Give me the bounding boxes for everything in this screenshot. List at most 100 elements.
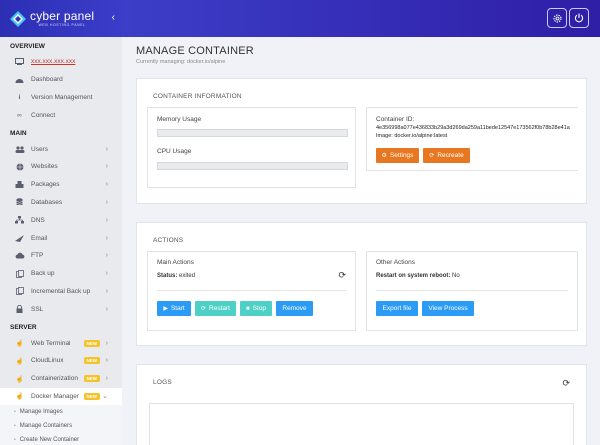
- sidebar-item-version-management[interactable]: i Version Management: [0, 89, 122, 107]
- chevron-right-icon: ›: [105, 375, 108, 383]
- sidebar-subitem-manage-images[interactable]: Manage Images: [0, 405, 122, 420]
- monitor-icon: [14, 58, 25, 66]
- restart-button[interactable]: ⟳ Restart: [195, 301, 236, 316]
- cpu-usage-label: CPU Usage: [157, 148, 192, 155]
- power-icon: [574, 13, 584, 23]
- users-icon: [14, 145, 25, 153]
- view-process-button[interactable]: View Process: [422, 301, 474, 316]
- other-actions-panel: Other Actions Restart on system reboot: …: [366, 251, 578, 331]
- section-overview: OVERVIEW: [10, 43, 45, 50]
- remove-button[interactable]: Remove: [276, 301, 313, 316]
- sidebar-item-ssl[interactable]: SSL ›: [0, 300, 122, 318]
- main-actions-panel: Main Actions Status: exited ⟳ ▶ Start ⟳ Re…: [147, 251, 356, 331]
- sidebar-item-label: Docker Manager: [31, 392, 80, 400]
- incremental-backup-icon: [14, 287, 25, 296]
- refresh-icon: ⟳: [429, 153, 435, 159]
- other-actions-title: Other Actions: [376, 259, 416, 266]
- sidebar-item-packages[interactable]: Packages ›: [0, 176, 122, 194]
- divider: [376, 290, 568, 291]
- gear-icon: ⚙: [381, 153, 387, 159]
- stop-button[interactable]: ■ Stop: [240, 301, 272, 316]
- card-title: LOGS: [153, 379, 172, 386]
- sidebar-item-label: DNS: [31, 216, 45, 224]
- sidebar-item-ip[interactable]: xxx.xxx.xxx.xxx: [0, 53, 122, 71]
- backup-icon: [14, 269, 25, 278]
- recreate-button[interactable]: ⟳ Recreate: [423, 148, 470, 163]
- usage-panel: Memory Usage CPU Usage: [147, 107, 356, 188]
- cyberpanel-logo-icon: [10, 10, 26, 27]
- chevron-right-icon: ›: [105, 181, 108, 189]
- container-details-panel: Container ID: 4e356998a077e436833b29a3d2…: [366, 107, 578, 171]
- sidebar-item-databases[interactable]: Databases ›: [0, 194, 122, 212]
- sidebar-subitem-create-container[interactable]: Create New Container: [0, 433, 122, 445]
- logout-button[interactable]: [569, 8, 589, 28]
- refresh-status-icon[interactable]: ⟳: [338, 270, 346, 281]
- chevron-down-icon: ⌄: [102, 393, 108, 401]
- export-file-button[interactable]: Export file: [376, 301, 418, 316]
- chevron-right-icon: ›: [105, 357, 108, 365]
- sidebar-item-label: FTP: [31, 252, 44, 260]
- status-row: Status: exited: [157, 273, 195, 279]
- restart-policy-row: Restart on system reboot: No: [376, 273, 460, 279]
- card-title: CONTAINER INFORMATION: [153, 93, 242, 100]
- pointer-icon: ☝: [15, 340, 24, 348]
- memory-usage-bar: [157, 129, 348, 137]
- sidebar-item-label: CloudLinux: [31, 357, 64, 365]
- sidebar-subitem-manage-containers[interactable]: Manage Containers: [0, 419, 122, 434]
- sidebar-item-label: Users: [31, 145, 48, 153]
- start-button[interactable]: ▶ Start: [157, 301, 191, 316]
- chevron-right-icon: ›: [105, 163, 108, 171]
- new-badge: NEW: [83, 357, 100, 365]
- container-information-card: CONTAINER INFORMATION Memory Usage CPU U…: [136, 78, 587, 204]
- sidebar-item-incremental-backup[interactable]: Incremental Back up ›: [0, 283, 122, 301]
- sidebar-item-label: Databases: [31, 198, 63, 206]
- logs-output[interactable]: [149, 403, 574, 445]
- sidebar-item-websites[interactable]: Websites ›: [0, 158, 122, 176]
- link-icon: ∞: [17, 111, 22, 119]
- sidebar-item-label: Back up: [31, 270, 55, 278]
- settings-button[interactable]: [547, 8, 567, 28]
- collapse-sidebar-icon[interactable]: ‹: [112, 12, 115, 23]
- sidebar-item-email[interactable]: Email ›: [0, 229, 122, 247]
- section-main: MAIN: [10, 130, 27, 138]
- refresh-logs-icon[interactable]: ⟳: [562, 378, 570, 389]
- restart-policy-value: No: [452, 273, 460, 279]
- sidebar-item-label: Dashboard: [31, 76, 63, 84]
- page-header: MANAGE CONTAINER Currently managing: doc…: [136, 45, 254, 65]
- status-label: Status:: [157, 273, 178, 279]
- brand[interactable]: cyber panel WEB HOSTING PANEL ‹: [0, 0, 122, 37]
- card-title: ACTIONS: [153, 237, 184, 244]
- section-server: SERVER: [10, 324, 37, 332]
- packages-icon: [14, 180, 25, 189]
- sidebar-item-dashboard[interactable]: Dashboard: [0, 71, 122, 89]
- globe-icon: [14, 163, 25, 171]
- sidebar-item-label: Email: [31, 234, 48, 242]
- page-subtitle: Currently managing: docker.io/alpine: [136, 59, 226, 65]
- chevron-right-icon: ›: [105, 287, 108, 295]
- sidebar-item-users[interactable]: Users ›: [0, 140, 122, 158]
- sidebar-item-dns[interactable]: DNS ›: [0, 211, 122, 229]
- sidebar-item-label: xxx.xxx.xxx.xxx: [31, 58, 76, 66]
- divider: [157, 290, 347, 291]
- sidebar-item-label: Connect: [31, 111, 56, 119]
- new-badge: NEW: [83, 339, 100, 347]
- sidebar-item-label: Packages: [31, 181, 60, 189]
- chevron-right-icon: ›: [105, 252, 108, 260]
- stop-icon: ■: [246, 305, 250, 312]
- container-id-value: 4e356998a077e436833b29a3d269da259a11bede…: [376, 125, 570, 131]
- sidebar-item-web-terminal[interactable]: ☝ Web Terminal NEW ›: [0, 334, 122, 352]
- container-id-label: Container ID:: [376, 116, 415, 123]
- dashboard-icon: [14, 76, 25, 84]
- sidebar-item-ftp[interactable]: FTP ›: [0, 247, 122, 265]
- sidebar-item-containerization[interactable]: ☝ Containerization NEW ›: [0, 370, 122, 388]
- play-icon: ▶: [163, 306, 168, 312]
- cpu-usage-bar: [157, 162, 348, 170]
- sidebar-item-cloudlinux[interactable]: ☝ CloudLinux NEW ›: [0, 352, 122, 370]
- sidebar-item-docker-manager[interactable]: ☝ Docker Manager NEW ⌄: [0, 387, 122, 406]
- sidebar-item-backup[interactable]: Back up ›: [0, 265, 122, 283]
- container-settings-button[interactable]: ⚙ Settings: [376, 148, 419, 163]
- container-image-label: Image: docker.io/alpine:latest: [376, 133, 448, 139]
- sidebar-item-connect[interactable]: ∞ Connect: [0, 106, 122, 124]
- chevron-right-icon: ›: [105, 305, 108, 313]
- lock-icon: [14, 305, 25, 314]
